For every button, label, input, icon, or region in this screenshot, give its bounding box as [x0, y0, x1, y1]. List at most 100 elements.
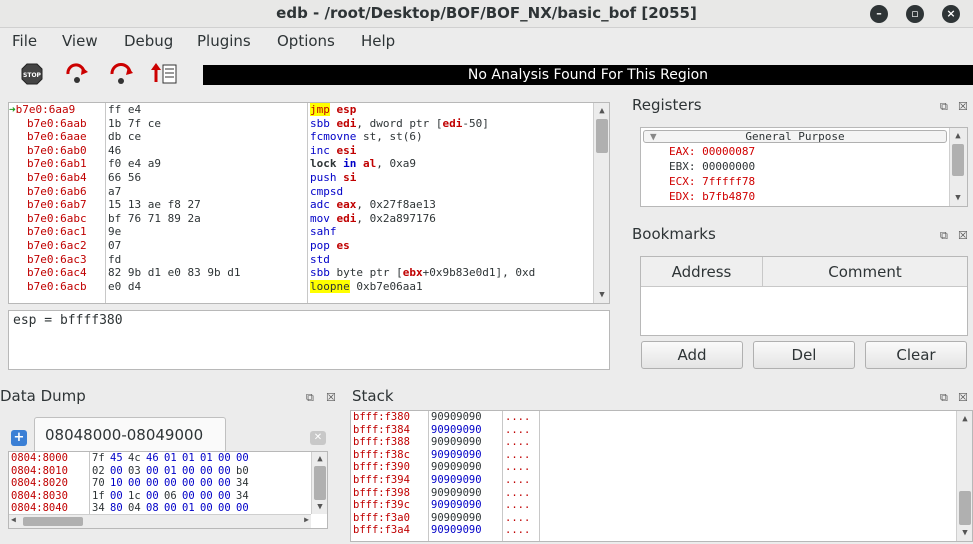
stack-ascii[interactable]: .... [503, 512, 539, 525]
disasm-bytes[interactable]: ff e4 [106, 103, 307, 117]
disasm-address[interactable]: b7e0:6ab0 [9, 144, 105, 158]
menu-options[interactable]: Options [277, 32, 335, 50]
stack-ascii[interactable]: .... [503, 474, 539, 487]
scroll-up-icon[interactable]: ▲ [952, 130, 964, 142]
minimize-button[interactable]: – [870, 5, 888, 23]
stack-ascii[interactable]: .... [503, 449, 539, 462]
menu-plugins[interactable]: Plugins [197, 32, 251, 50]
disasm-instruction[interactable]: push si [308, 171, 593, 185]
step-over-button[interactable] [108, 62, 134, 86]
dump-address[interactable]: 0804:8010 [9, 465, 89, 478]
disasm-bytes[interactable]: 07 [106, 239, 307, 253]
bookmarks-table[interactable]: Address Comment [640, 256, 968, 336]
menu-help[interactable]: Help [361, 32, 395, 50]
scrollbar-thumb[interactable] [314, 466, 326, 500]
float-icon[interactable]: ⧉ [940, 391, 948, 405]
float-icon[interactable]: ⧉ [306, 391, 314, 405]
disasm-address[interactable]: b7e0:6ac3 [9, 253, 105, 267]
disasm-address[interactable]: b7e0:6ac2 [9, 239, 105, 253]
collapse-icon[interactable]: ▼ [650, 131, 657, 142]
disasm-instruction[interactable]: jmp esp [308, 103, 593, 117]
bookmark-add-button[interactable]: Add [641, 341, 743, 369]
disasm-bytes[interactable]: bf 76 71 89 2a [106, 212, 307, 226]
stack-value[interactable]: 90909090 [429, 424, 502, 437]
bookmark-comment-header[interactable]: Comment [763, 257, 967, 287]
stack-ascii[interactable]: .... [503, 487, 539, 500]
stack-ascii[interactable]: .... [503, 461, 539, 474]
registers-view[interactable]: ▼ General Purpose EAX: 00000087 EBX: 0000… [640, 127, 968, 207]
dump-hscrollbar[interactable]: ◀ ▶ [9, 514, 311, 528]
stack-address[interactable]: bfff:f398 [351, 487, 428, 500]
disasm-address[interactable]: ➜b7e0:6aa9 [9, 103, 105, 117]
disasm-instruction[interactable]: pop es [308, 239, 593, 253]
bookmark-del-button[interactable]: Del [753, 341, 855, 369]
close-button[interactable]: × [942, 5, 960, 23]
scrollbar-thumb[interactable] [596, 119, 608, 153]
disasm-address[interactable]: b7e0:6ab7 [9, 198, 105, 212]
disasm-instruction[interactable]: cmpsd [308, 185, 593, 199]
disasm-instruction[interactable]: fcmovne st, st(6) [308, 130, 593, 144]
close-panel-icon[interactable]: ☒ [958, 229, 968, 242]
dump-tab[interactable]: 08048000-08049000 [34, 417, 226, 451]
disasm-bytes[interactable]: e0 d4 [106, 280, 307, 294]
register-row[interactable]: EDX: b7fb4870 [669, 190, 755, 203]
disasm-bytes[interactable]: a7 [106, 185, 307, 199]
stack-scrollbar[interactable]: ▲ ▼ [956, 411, 972, 541]
disasm-address[interactable]: b7e0:6ab1 [9, 157, 105, 171]
disasm-instruction[interactable]: inc esi [308, 144, 593, 158]
register-row[interactable]: EBX: 00000000 [669, 160, 755, 173]
stack-address[interactable]: bfff:f390 [351, 461, 428, 474]
disasm-bytes[interactable]: fd [106, 253, 307, 267]
disasm-bytes[interactable]: 66 56 [106, 171, 307, 185]
disasm-instruction[interactable]: adc eax, 0x27f8ae13 [308, 198, 593, 212]
scrollbar-thumb[interactable] [952, 144, 964, 176]
scroll-left-icon[interactable]: ◀ [11, 515, 16, 524]
scroll-down-icon[interactable]: ▼ [952, 192, 964, 204]
menu-file[interactable]: File [12, 32, 37, 50]
expression-box[interactable]: esp = bffff380 [8, 310, 610, 370]
scroll-down-icon[interactable]: ▼ [959, 527, 971, 539]
disasm-bytes[interactable]: 9e [106, 225, 307, 239]
register-group-header[interactable]: ▼ General Purpose [643, 130, 947, 143]
stack-view[interactable]: bfff:f380 bfff:f384 bfff:f388 bfff:f38c bfff… [350, 410, 973, 542]
maximize-button[interactable]: ▫ [906, 5, 924, 23]
scroll-up-icon[interactable]: ▲ [959, 413, 971, 425]
bookmark-clear-button[interactable]: Clear [865, 341, 967, 369]
disasm-address[interactable]: b7e0:6aae [9, 130, 105, 144]
close-tab-icon[interactable]: ✕ [310, 431, 326, 445]
stack-value[interactable]: 90909090 [429, 499, 502, 512]
dump-address[interactable]: 0804:8000 [9, 452, 89, 465]
dump-hex-row[interactable]: 7f 45 4c 46 01 01 01 00 00 [90, 452, 311, 465]
scroll-up-icon[interactable]: ▲ [314, 453, 326, 465]
stack-address[interactable]: bfff:f38c [351, 449, 428, 462]
registers-scrollbar[interactable]: ▲ ▼ [949, 128, 967, 206]
stack-address[interactable]: bfff:f3a4 [351, 524, 428, 537]
close-panel-icon[interactable]: ☒ [326, 391, 336, 404]
disassembly-view[interactable]: ➜b7e0:6aa9 b7e0:6aab b7e0:6aae b7e0:6ab0 b7e… [8, 102, 610, 304]
disasm-bytes[interactable]: 46 [106, 144, 307, 158]
disasm-instruction[interactable]: sbb edi, dword ptr [edi-50] [308, 117, 593, 131]
menu-view[interactable]: View [62, 32, 98, 50]
float-icon[interactable]: ⧉ [940, 100, 948, 114]
disasm-address[interactable]: b7e0:6acb [9, 280, 105, 294]
disasm-instruction[interactable]: mov edi, 0x2a897176 [308, 212, 593, 226]
disasm-bytes[interactable]: 1b 7f ce [106, 117, 307, 131]
disasm-address[interactable]: b7e0:6aab [9, 117, 105, 131]
dump-address[interactable]: 0804:8020 [9, 477, 89, 490]
stack-ascii[interactable]: .... [503, 499, 539, 512]
disasm-address[interactable]: b7e0:6ac1 [9, 225, 105, 239]
disasm-instruction[interactable]: loopne 0xb7e06aa1 [308, 279, 593, 294]
disasm-address[interactable]: b7e0:6abc [9, 212, 105, 226]
stop-button[interactable]: STOP [20, 62, 46, 86]
disasm-bytes[interactable]: f0 e4 a9 [106, 157, 307, 171]
disasm-address[interactable]: b7e0:6ab6 [9, 185, 105, 199]
stack-value[interactable]: 90909090 [429, 449, 502, 462]
disasm-address[interactable]: b7e0:6ac4 [9, 266, 105, 280]
data-dump-view[interactable]: 0804:8000 0804:8010 0804:8020 0804:8030 0804… [8, 451, 328, 529]
stack-value[interactable]: 90909090 [429, 487, 502, 500]
stack-ascii[interactable]: .... [503, 436, 539, 449]
stack-ascii[interactable]: .... [503, 424, 539, 437]
add-tab-icon[interactable]: + [11, 430, 27, 446]
close-panel-icon[interactable]: ☒ [958, 100, 968, 113]
menu-debug[interactable]: Debug [124, 32, 173, 50]
